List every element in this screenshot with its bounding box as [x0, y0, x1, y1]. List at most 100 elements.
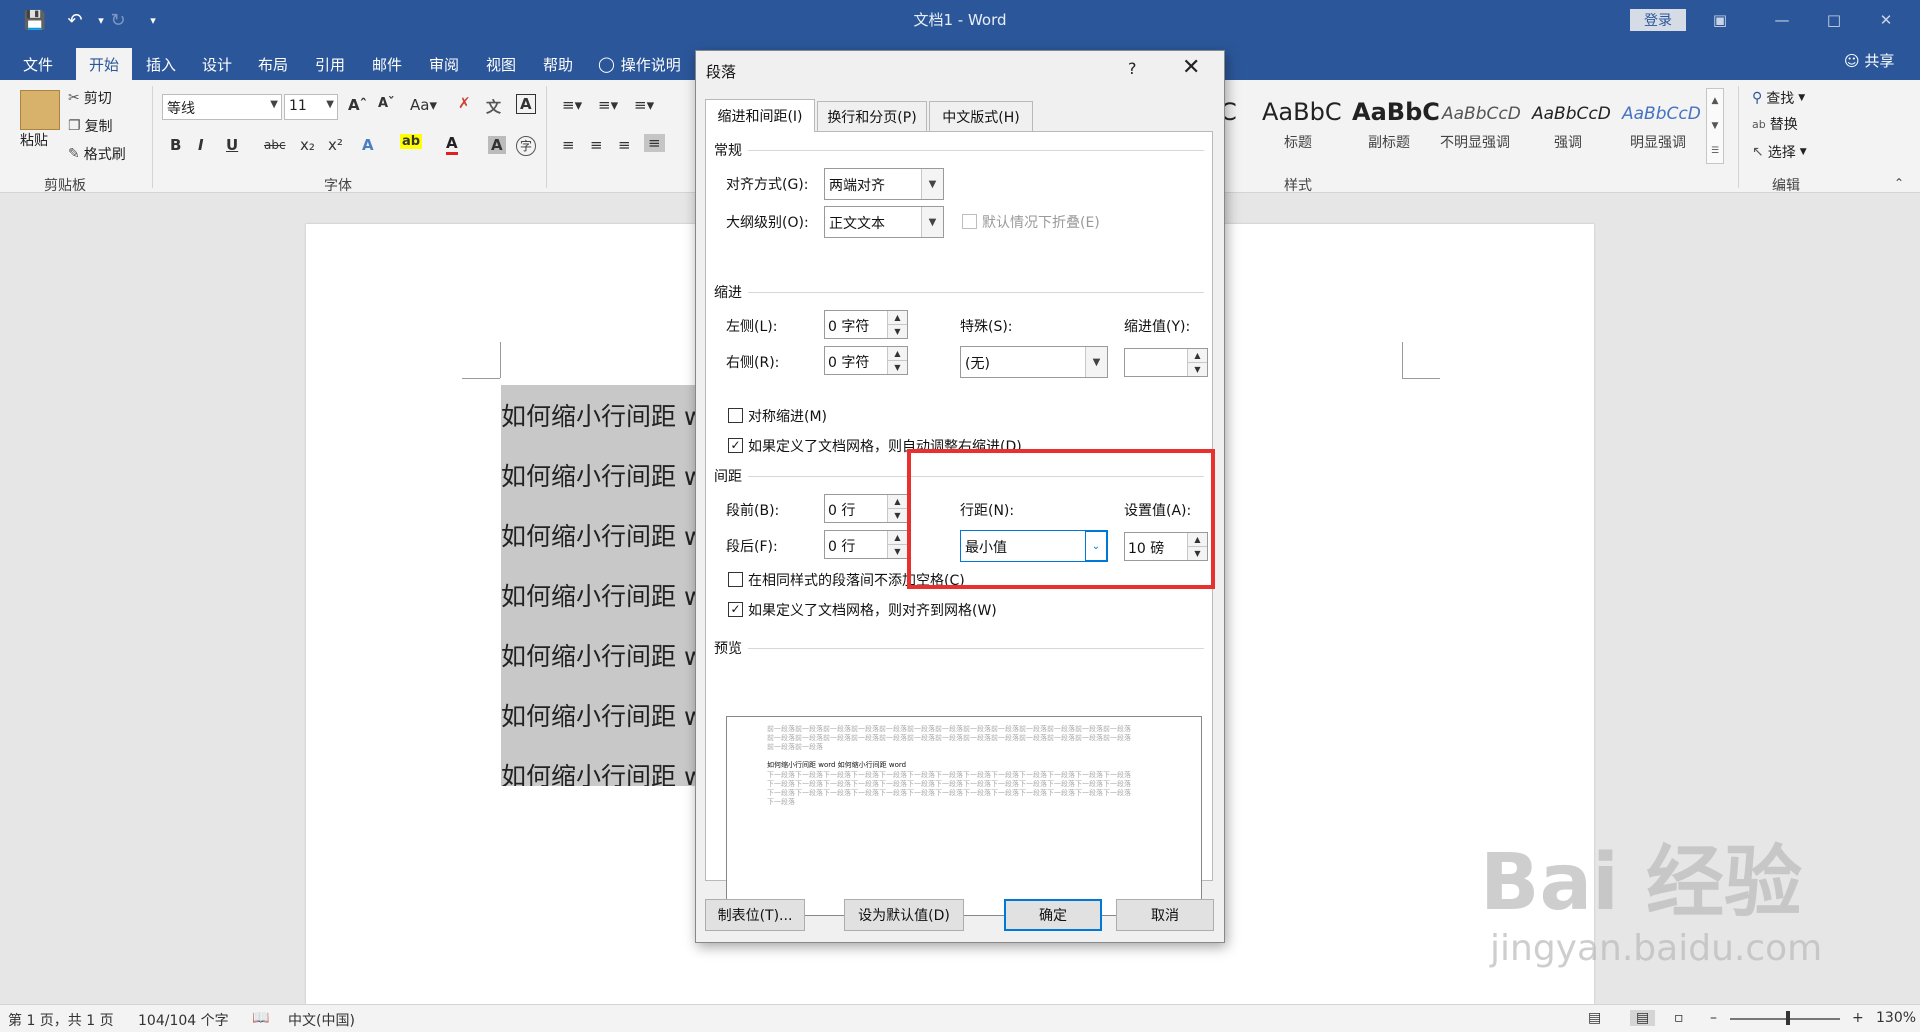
web-layout-icon[interactable]: ▫	[1674, 1010, 1684, 1026]
word-count[interactable]: 104/104 个字	[138, 1010, 229, 1030]
bold-icon[interactable]: B	[170, 136, 181, 154]
special-indent-select[interactable]: (无) ▼	[960, 346, 1108, 378]
tab-file[interactable]: 文件	[10, 48, 66, 80]
cancel-button[interactable]: 取消	[1116, 899, 1214, 931]
font-size-combo[interactable]: 11 ▼	[284, 94, 338, 120]
underline-icon[interactable]: U	[226, 136, 238, 154]
proofing-icon[interactable]: 📖	[252, 1010, 269, 1026]
spinner-buttons[interactable]: ▲ ▼	[887, 531, 907, 558]
tab-design[interactable]: 设计	[192, 48, 242, 80]
style-subtle-emphasis-sample[interactable]: AaBbCcD	[1442, 104, 1521, 124]
document-line[interactable]: 如何缩小行间距 word	[501, 685, 701, 745]
strikethrough-icon[interactable]: abc	[264, 138, 286, 152]
alignment-select[interactable]: 两端对齐 ▼	[824, 168, 944, 200]
spin-down-icon[interactable]: ▼	[888, 360, 907, 373]
spin-down-icon[interactable]: ▼	[888, 544, 907, 557]
phonetic-guide-icon[interactable]: 文	[486, 96, 501, 117]
spin-up-icon[interactable]: ▲	[888, 311, 907, 324]
font-name-combo[interactable]: 等线 ▼	[162, 94, 282, 120]
mirror-indents-checkbox[interactable]	[728, 408, 743, 423]
tab-references[interactable]: 引用	[305, 48, 355, 80]
style-emphasis-sample[interactable]: AaBbCcD	[1532, 104, 1611, 124]
styles-scroll[interactable]: ▲ ▼ ☰	[1706, 88, 1724, 164]
spinner-buttons[interactable]: ▲ ▼	[887, 495, 907, 522]
document-line[interactable]: 如何缩小行间距 word	[501, 505, 701, 565]
highlight-icon[interactable]: ab	[400, 134, 423, 149]
read-mode-icon[interactable]: ▤	[1588, 1010, 1601, 1026]
character-border-icon[interactable]: A	[516, 94, 536, 114]
change-case-icon[interactable]: Aa▾	[410, 96, 437, 114]
subscript-icon[interactable]: x₂	[300, 136, 315, 154]
maximize-icon[interactable]: □	[1814, 6, 1854, 34]
tabs-button[interactable]: 制表位(T)...	[705, 899, 805, 931]
ribbon-display-icon[interactable]: ▣	[1700, 6, 1740, 34]
tab-line-page-breaks[interactable]: 换行和分页(P)	[817, 101, 927, 131]
align-left-icon[interactable]: ≡	[562, 136, 575, 154]
tab-home[interactable]: 开始	[76, 48, 132, 80]
justify-icon[interactable]: ≡	[644, 134, 665, 152]
spin-up-icon[interactable]: ▲	[888, 495, 907, 508]
character-shading-icon[interactable]: A	[488, 136, 506, 154]
login-button[interactable]: 登录	[1630, 9, 1686, 31]
paste-icon[interactable]	[20, 90, 60, 130]
cut-button[interactable]: ✂ 剪切	[68, 88, 112, 108]
tab-mailings[interactable]: 邮件	[362, 48, 412, 80]
zoom-in-icon[interactable]: +	[1852, 1010, 1864, 1026]
tab-review[interactable]: 审阅	[419, 48, 469, 80]
zoom-level[interactable]: 130%	[1876, 1010, 1916, 1026]
collapse-by-default-checkbox[interactable]	[962, 214, 977, 229]
language-indicator[interactable]: 中文(中国)	[288, 1010, 355, 1030]
help-icon[interactable]: ?	[1128, 59, 1137, 78]
spin-down-icon[interactable]: ▼	[1188, 362, 1207, 375]
spinner-buttons[interactable]: ▲ ▼	[887, 311, 907, 338]
tab-layout[interactable]: 布局	[248, 48, 298, 80]
tab-help[interactable]: 帮助	[533, 48, 583, 80]
share-button[interactable]: ☺ 共享	[1844, 50, 1894, 71]
indent-by-spinner[interactable]: ▲ ▼	[1124, 348, 1208, 377]
multilevel-list-icon[interactable]: ≡▾	[634, 96, 654, 114]
close-icon[interactable]: ✕	[1182, 55, 1200, 80]
find-button[interactable]: ⚲ 查找 ▼	[1752, 88, 1805, 108]
document-line[interactable]: 如何缩小行间距 word	[501, 385, 701, 445]
font-color-icon[interactable]: A	[446, 134, 458, 155]
spinner-buttons[interactable]: ▲ ▼	[1187, 349, 1207, 376]
style-subtitle-sample[interactable]: AaBbC	[1352, 98, 1440, 126]
collapse-ribbon-icon[interactable]: ⌃	[1894, 176, 1904, 190]
tab-view[interactable]: 视图	[476, 48, 526, 80]
spacing-after-spinner[interactable]: 0 行 ▲ ▼	[824, 530, 908, 559]
spinner-buttons[interactable]: ▲ ▼	[887, 347, 907, 374]
tab-asian-typography[interactable]: 中文版式(H)	[929, 101, 1033, 131]
spin-up-icon[interactable]: ▲	[1188, 349, 1207, 362]
text-effects-icon[interactable]: A	[362, 136, 374, 154]
style-intense-emphasis-sample[interactable]: AaBbCcD	[1622, 104, 1701, 124]
spin-down-icon[interactable]: ▼	[888, 324, 907, 337]
outline-level-select[interactable]: 正文文本 ▼	[824, 206, 944, 238]
numbering-icon[interactable]: ≡▾	[598, 96, 618, 114]
tell-me-search[interactable]: ◯ 操作说明	[598, 48, 698, 80]
tab-insert[interactable]: 插入	[136, 48, 186, 80]
align-center-icon[interactable]: ≡	[590, 136, 603, 154]
bullets-icon[interactable]: ≡▾	[562, 96, 582, 114]
spin-down-icon[interactable]: ▼	[888, 508, 907, 521]
document-line[interactable]: 如何缩小行间距 word	[501, 445, 701, 505]
spacing-before-spinner[interactable]: 0 行 ▲ ▼	[824, 494, 908, 523]
document-line[interactable]: 如何缩小行间距 word	[501, 745, 701, 786]
document-line[interactable]: 如何缩小行间距 word	[501, 625, 701, 685]
replace-button[interactable]: ab 替换	[1752, 114, 1798, 134]
grow-font-icon[interactable]: Aˆ	[348, 96, 367, 114]
clear-formatting-icon[interactable]: ✗	[458, 94, 471, 112]
indent-right-spinner[interactable]: 0 字符 ▲ ▼	[824, 346, 908, 375]
paste-button[interactable]: 粘贴	[20, 130, 48, 150]
auto-adjust-indent-checkbox[interactable]: ✓	[728, 438, 743, 453]
zoom-slider[interactable]	[1730, 1018, 1840, 1020]
align-right-icon[interactable]: ≡	[618, 136, 631, 154]
shrink-font-icon[interactable]: Aˇ	[378, 96, 395, 111]
enclose-characters-icon[interactable]: 字	[516, 136, 536, 156]
tab-indents-spacing[interactable]: 缩进和间距(I)	[705, 99, 815, 132]
italic-icon[interactable]: I	[198, 136, 204, 154]
format-painter-button[interactable]: ✎ 格式刷	[68, 144, 126, 164]
zoom-slider-thumb[interactable]	[1786, 1011, 1790, 1025]
select-button[interactable]: ↖ 选择 ▼	[1752, 142, 1807, 162]
no-space-same-style-checkbox[interactable]	[728, 572, 743, 587]
copy-button[interactable]: ❐ 复制	[68, 116, 113, 136]
